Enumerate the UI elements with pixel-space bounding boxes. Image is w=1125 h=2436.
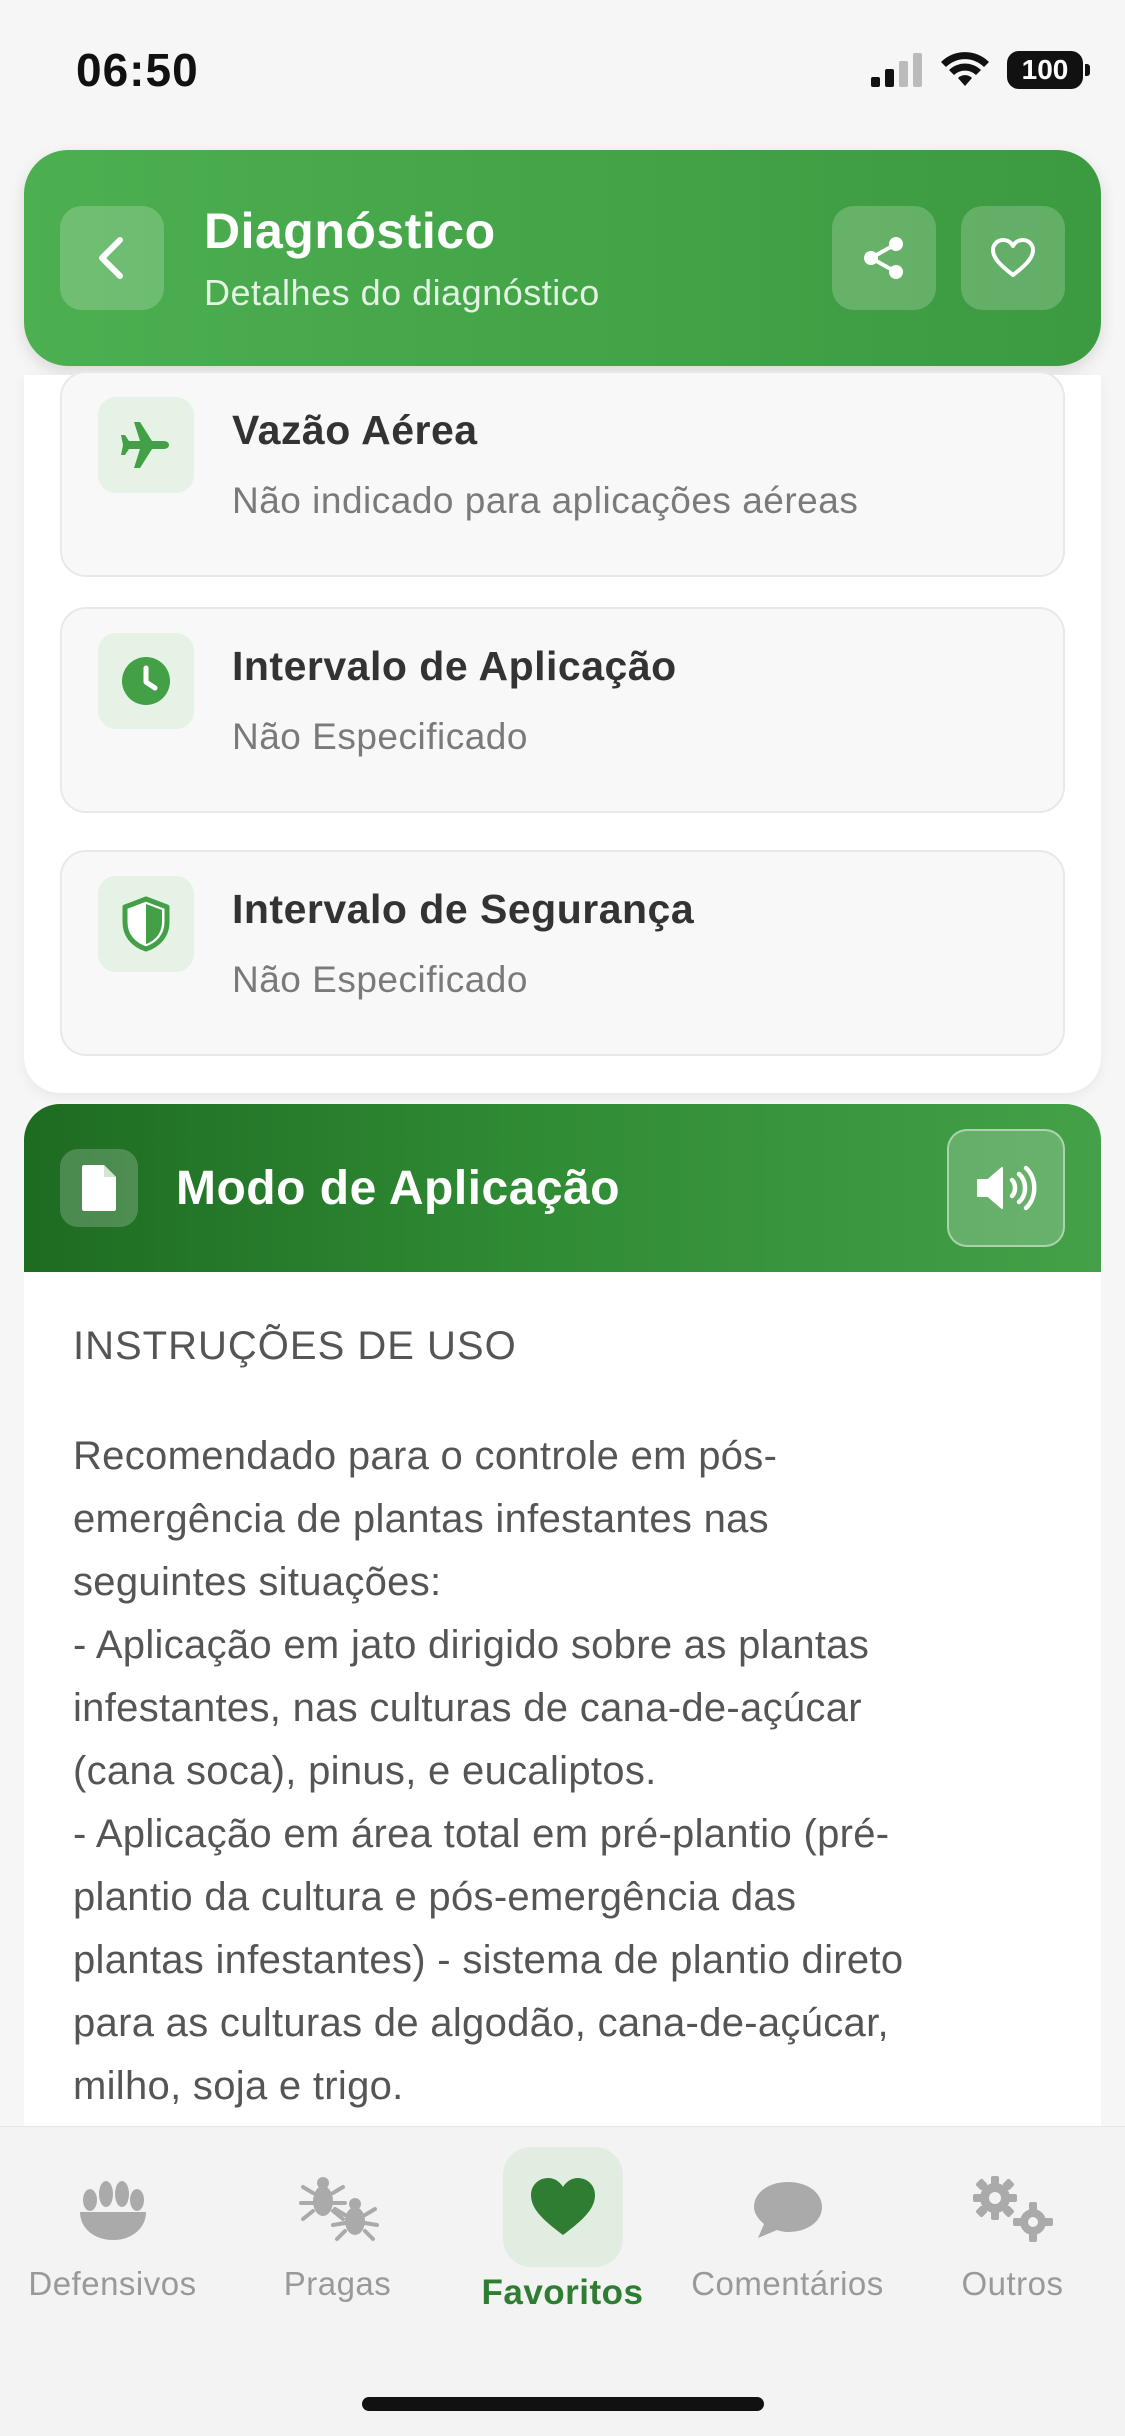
- home-indicator[interactable]: [362, 2397, 764, 2411]
- text-to-speech-button[interactable]: [947, 1129, 1065, 1247]
- section-body-modo-aplicacao: INSTRUÇÕES DE USO Recomendado para o con…: [24, 1272, 1101, 2132]
- nav-icon-wrap: [967, 2165, 1059, 2255]
- info-title: Intervalo de Segurança: [232, 886, 695, 932]
- nav-item-defensivos[interactable]: Defensivos: [0, 2127, 225, 2303]
- info-icon-box: [98, 397, 194, 493]
- gears-icon: [972, 2176, 1053, 2242]
- favorite-button[interactable]: [961, 206, 1065, 310]
- info-title: Vazão Aérea: [232, 407, 478, 453]
- bugs-icon: [298, 2177, 379, 2241]
- document-icon: [82, 1165, 116, 1211]
- bottom-navigation: Defensivos Pragas Favoritos Comentários …: [0, 2126, 1125, 2436]
- battery-indicator: 100: [1007, 51, 1090, 89]
- status-time: 06:50: [76, 44, 199, 96]
- page-title: Diagnóstico: [204, 203, 496, 259]
- shield-icon: [122, 896, 170, 952]
- back-button[interactable]: [60, 206, 164, 310]
- info-card: Vazão Aérea Não indicado para aplicações…: [24, 371, 1101, 1093]
- status-icons: 100: [871, 51, 1090, 89]
- plants-icon: [79, 2181, 146, 2240]
- airplane-icon: [121, 422, 169, 468]
- nav-icon-wrap: [76, 2165, 150, 2255]
- nav-active-indicator: [502, 2147, 623, 2267]
- info-icon-box: [98, 633, 194, 729]
- info-text: Intervalo de Segurança Não Especificado: [232, 886, 694, 1001]
- battery-level: 100: [1021, 54, 1069, 85]
- nav-label: Comentários: [691, 2265, 884, 2302]
- signal-icon: [871, 53, 922, 87]
- chevron-left-icon: [99, 237, 123, 279]
- comment-icon: [753, 2182, 822, 2238]
- share-icon: [864, 237, 903, 279]
- info-text: Vazão Aérea Não indicado para aplicações…: [232, 407, 858, 522]
- instructions-heading: INSTRUÇÕES DE USO: [73, 1324, 517, 1368]
- instructions-text: Recomendado para o controle em pós- emer…: [73, 1434, 904, 2108]
- nav-icon-wrap: [750, 2165, 826, 2255]
- header-actions: [832, 206, 1065, 310]
- nav-label: Pragas: [283, 2265, 392, 2302]
- info-item-intervalo-aplicacao: Intervalo de Aplicação Não Especificado: [60, 607, 1065, 813]
- heart-icon: [530, 2178, 595, 2235]
- info-value: Não Especificado: [232, 716, 528, 757]
- nav-item-favoritos[interactable]: Favoritos: [450, 2127, 675, 2313]
- wifi-icon: [941, 52, 989, 86]
- header-titles: Diagnóstico Detalhes do diagnóstico: [204, 202, 832, 314]
- nav-item-outros[interactable]: Outros: [900, 2127, 1125, 2303]
- nav-label-active: Favoritos: [481, 2273, 644, 2312]
- app-header: Diagnóstico Detalhes do diagnóstico: [24, 150, 1101, 366]
- status-bar: 06:50 100: [0, 0, 1125, 140]
- nav-label: Outros: [961, 2265, 1064, 2302]
- page-subtitle: Detalhes do diagnóstico: [204, 272, 600, 313]
- info-value: Não indicado para aplicações aéreas: [232, 480, 859, 521]
- heart-outline-icon: [991, 238, 1035, 277]
- volume-icon: [977, 1165, 1037, 1211]
- info-text: Intervalo de Aplicação Não Especificado: [232, 643, 677, 758]
- info-value: Não Especificado: [232, 959, 528, 1000]
- clock-icon: [122, 657, 170, 705]
- info-title: Intervalo de Aplicação: [232, 643, 677, 689]
- nav-item-pragas[interactable]: Pragas: [225, 2127, 450, 2303]
- info-item-vazao-aerea: Vazão Aérea Não indicado para aplicações…: [60, 371, 1065, 577]
- section-title: Modo de Aplicação: [176, 1161, 621, 1215]
- document-icon-box: [60, 1149, 138, 1227]
- info-icon-box: [98, 876, 194, 972]
- info-item-intervalo-seguranca: Intervalo de Segurança Não Especificado: [60, 850, 1065, 1056]
- section-header-modo-aplicacao: Modo de Aplicação: [24, 1104, 1101, 1272]
- nav-icon-wrap: [295, 2165, 381, 2255]
- nav-label: Defensivos: [28, 2265, 197, 2302]
- share-button[interactable]: [832, 206, 936, 310]
- nav-item-comentarios[interactable]: Comentários: [675, 2127, 900, 2303]
